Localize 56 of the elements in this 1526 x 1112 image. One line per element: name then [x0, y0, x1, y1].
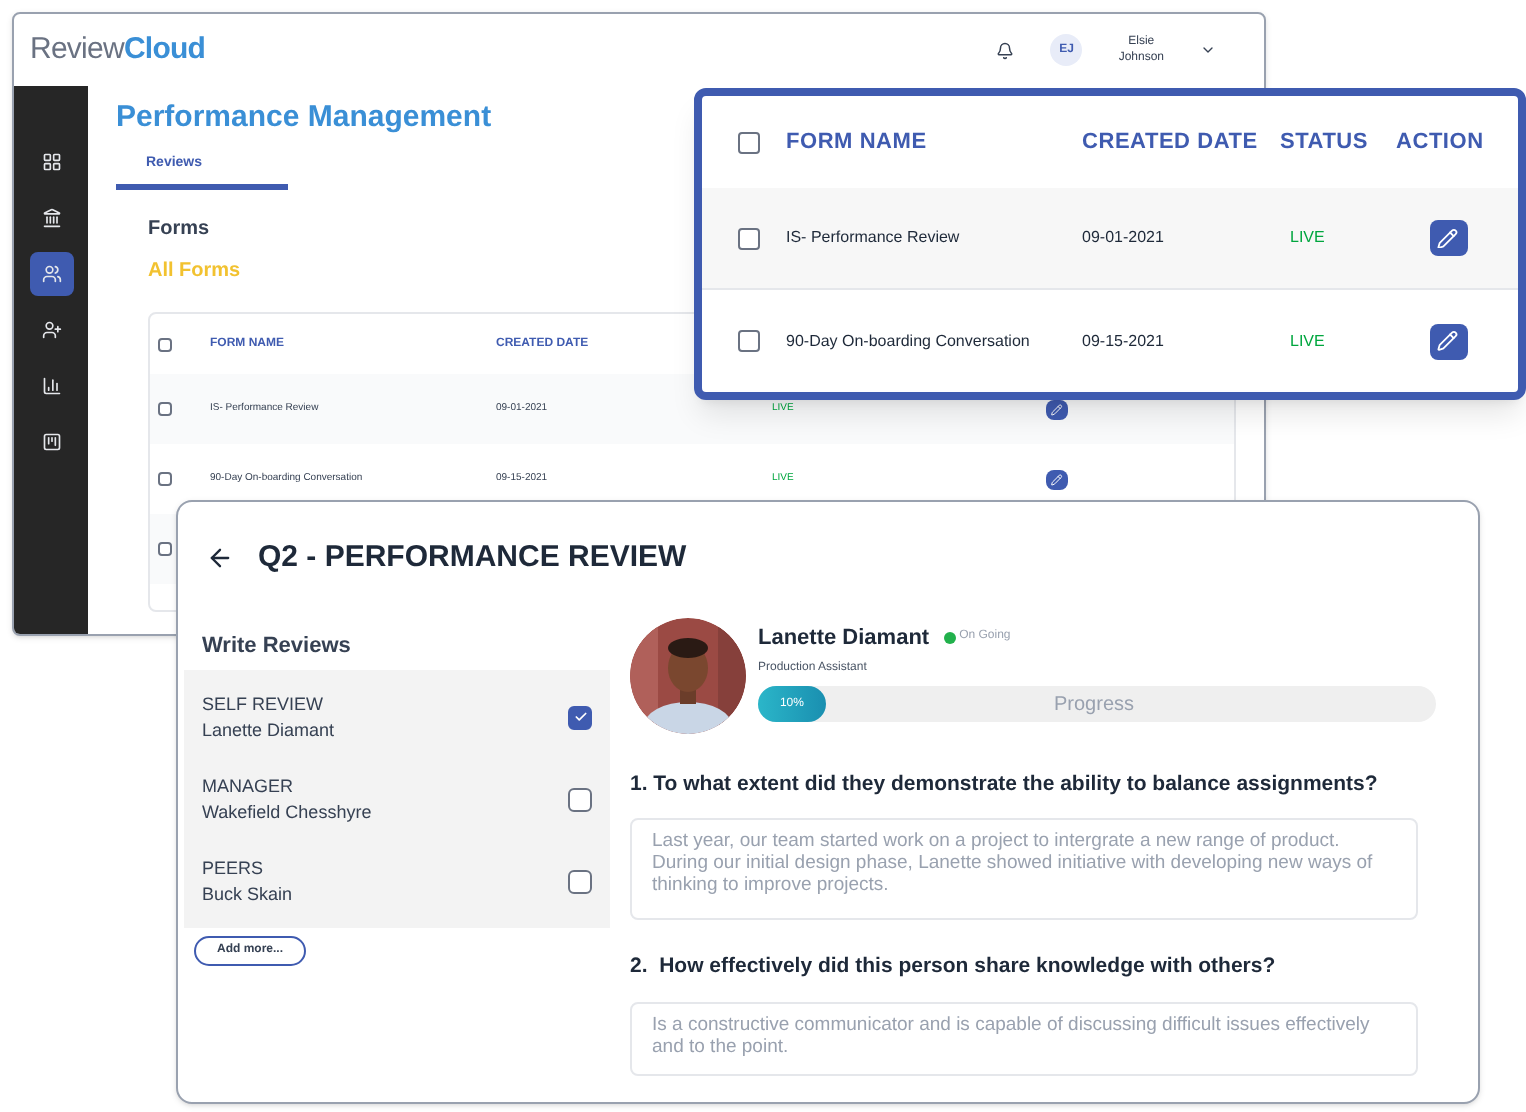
checkbox[interactable]	[158, 472, 172, 486]
reviewer-name: Buck Skain	[202, 881, 295, 907]
pencil-icon	[1050, 473, 1064, 485]
checkbox[interactable]	[568, 869, 592, 893]
pencil-icon	[1436, 330, 1460, 352]
question: 1. To what extent did they demonstrate the ability to balance assignments?	[630, 769, 1380, 799]
people-icon	[41, 264, 61, 284]
bank-icon	[41, 208, 61, 228]
person-name: Lanette Diamant	[758, 623, 930, 653]
edit-button[interactable]	[1429, 220, 1467, 257]
sidebar-item[interactable]	[29, 252, 73, 296]
page-title: Performance Management	[116, 98, 492, 138]
edit-button[interactable]	[1046, 469, 1068, 489]
chart-icon	[41, 376, 61, 396]
column-header: CREATED DATE	[1082, 127, 1260, 158]
column-header: STATUS	[1280, 127, 1371, 158]
question: 2. How effectively did this person share knowledge with others?	[630, 952, 1278, 983]
table-cell-text: 90-Day On-boarding Conversation	[786, 329, 1032, 354]
progress-caption: Progress	[1054, 692, 1135, 720]
check-icon	[573, 710, 587, 724]
status-label: LIVE	[1288, 329, 1327, 354]
person-add-icon	[41, 320, 61, 340]
reviewer-role: PEERS	[202, 855, 266, 881]
answer-field[interactable]: Is a constructive communicator and is capable of discussing difficult issues effectively and to the point.	[630, 1002, 1418, 1076]
reviewer-role: SELF REVIEW	[202, 691, 326, 717]
table-cell-text: 09-15-2021	[1082, 329, 1166, 354]
checkbox[interactable]	[738, 330, 760, 353]
pencil-icon	[1436, 227, 1460, 249]
checkbox[interactable]	[158, 402, 172, 416]
list-title: Write Reviews	[200, 631, 353, 661]
column-header: ACTION	[1396, 127, 1486, 158]
checkbox[interactable]	[158, 542, 172, 556]
checkbox[interactable]	[738, 227, 760, 250]
status-label: LIVE	[1288, 226, 1327, 251]
grid-icon	[41, 152, 61, 172]
reviewer-role: MANAGER	[202, 773, 296, 799]
edit-button[interactable]	[1046, 399, 1068, 419]
checkbox[interactable]	[568, 787, 592, 811]
checkbox[interactable]	[738, 131, 760, 153]
table-cell-text: IS- Performance Review	[786, 226, 962, 251]
answer-field[interactable]: Last year, our team started work on a project to intergrate a new range of product. During our initial design phase, Lanette showed initiative with developing new ways of thinking to improve projects.	[630, 818, 1418, 921]
checkbox[interactable]	[568, 705, 592, 729]
table-cell-text: 09-01-2021	[1082, 226, 1166, 251]
reviewer-name: Wakefield Chesshyre	[202, 799, 374, 825]
notification-icon[interactable]	[996, 41, 1015, 59]
reviewer-name: Lanette Diamant	[202, 717, 337, 743]
column-header: FORM NAME	[786, 127, 929, 158]
back-icon[interactable]	[206, 544, 234, 573]
pencil-icon	[1050, 403, 1064, 415]
report-icon	[41, 432, 61, 452]
review-title: Q2 - PERFORMANCE REVIEW	[258, 538, 687, 578]
section-heading: Forms	[148, 216, 210, 244]
logo: ReviewCloud	[30, 29, 206, 70]
edit-button[interactable]	[1429, 323, 1467, 360]
checkbox[interactable]	[158, 337, 172, 351]
chevron-down-icon[interactable]	[1200, 42, 1216, 58]
